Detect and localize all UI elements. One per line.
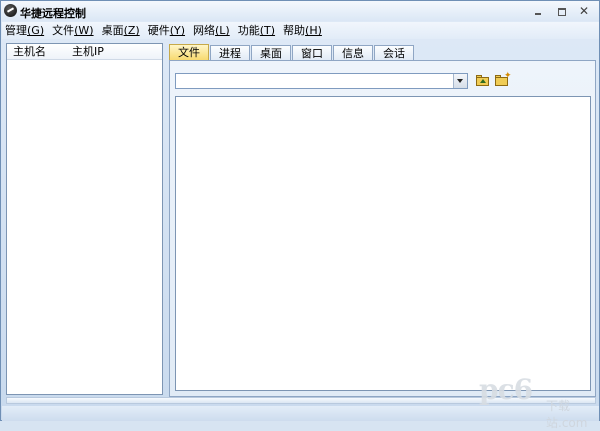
tab-desktop[interactable]: 桌面 — [251, 45, 291, 61]
menu-accelerator: (Z) — [123, 24, 140, 37]
tab-window[interactable]: 窗口 — [292, 45, 332, 61]
tab-session[interactable]: 会话 — [374, 45, 414, 61]
menu-label: 硬件 — [147, 24, 170, 37]
file-list[interactable] — [175, 96, 591, 391]
tab-process[interactable]: 进程 — [210, 45, 250, 61]
title-bar[interactable]: 华捷远程控制 ✕ — [1, 1, 599, 21]
menu-bar: 管理(G) 文件(W) 桌面(Z) 硬件(Y) 网络(L) 功能(T) 帮助(H… — [2, 22, 599, 39]
folder-up-icon[interactable] — [476, 75, 490, 87]
tab-info[interactable]: 信息 — [333, 45, 373, 61]
menu-label: 帮助 — [283, 24, 306, 37]
menu-accelerator: (L) — [215, 24, 230, 37]
tab-file[interactable]: 文件 — [169, 44, 209, 61]
menu-accelerator: (G) — [27, 24, 45, 37]
menu-accelerator: (H) — [305, 24, 322, 37]
menu-file[interactable]: 文件(W) — [49, 22, 96, 39]
status-bar — [2, 406, 599, 421]
path-combobox[interactable] — [175, 73, 468, 89]
menu-help[interactable]: 帮助(H) — [280, 22, 325, 39]
menu-manage[interactable]: 管理(G) — [2, 22, 47, 39]
dropdown-arrow-icon[interactable] — [453, 74, 467, 88]
column-header-host-ip[interactable]: 主机IP — [72, 45, 104, 58]
function-tabs: 文件 进程 桌面 窗口 信息 会话 — [169, 44, 415, 61]
watermark-sub: 下载站.com — [546, 397, 599, 431]
host-list-header: 主机名 主机IP — [7, 44, 162, 60]
host-list[interactable]: 主机名 主机IP — [6, 43, 163, 395]
menu-network[interactable]: 网络(L) — [190, 22, 233, 39]
menu-accelerator: (T) — [259, 24, 276, 37]
menu-label: 文件 — [52, 24, 75, 37]
maximize-button[interactable] — [550, 3, 572, 19]
menu-label: 桌面 — [101, 24, 124, 37]
app-logo-icon — [4, 4, 17, 17]
new-folder-icon[interactable]: ✦ — [495, 72, 512, 87]
menu-desktop[interactable]: 桌面(Z) — [99, 22, 143, 39]
menu-function[interactable]: 功能(T) — [235, 22, 278, 39]
menu-label: 网络 — [193, 24, 216, 37]
main-window: 华捷远程控制 ✕ 管理(G) 文件(W) 桌面(Z) 硬件(Y) 网络(L) 功… — [0, 0, 600, 430]
menu-hardware[interactable]: 硬件(Y) — [145, 22, 188, 39]
window-title: 华捷远程控制 — [20, 7, 86, 20]
watermark-domain: .com — [558, 416, 588, 430]
minimize-button[interactable] — [527, 3, 549, 19]
menu-accelerator: (W) — [74, 24, 94, 37]
menu-label: 管理 — [5, 24, 27, 37]
watermark-logo: pc6 — [479, 373, 533, 406]
menu-label: 功能 — [237, 24, 260, 37]
close-button[interactable]: ✕ — [573, 3, 595, 19]
column-header-hostname[interactable]: 主机名 — [13, 45, 46, 58]
menu-accelerator: (Y) — [169, 24, 186, 37]
